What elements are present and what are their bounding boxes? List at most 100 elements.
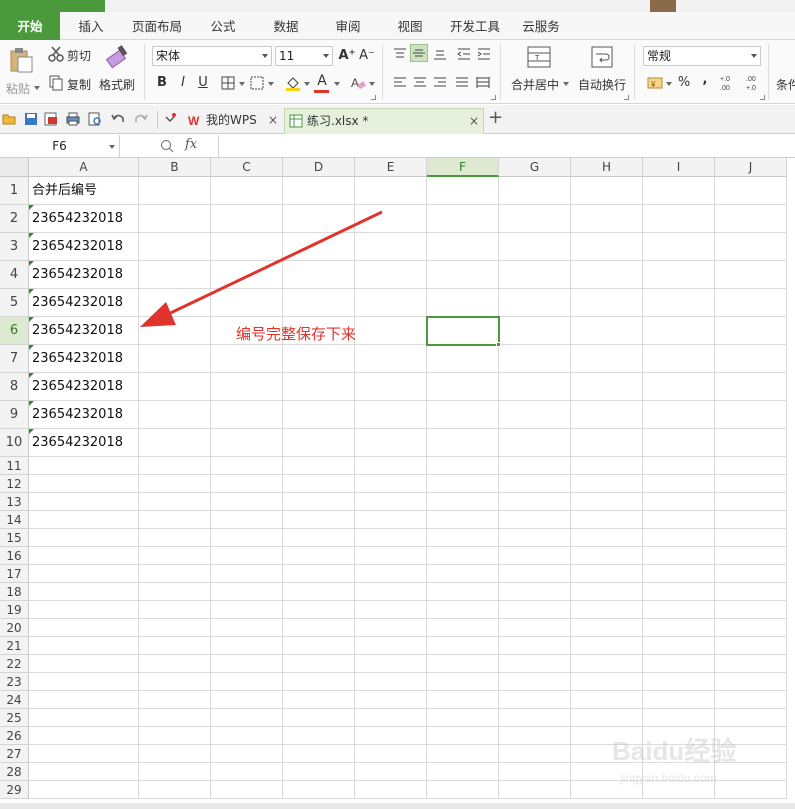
cell-g8[interactable]: [499, 373, 571, 401]
cell-b6[interactable]: [139, 317, 211, 345]
row-header[interactable]: 16: [0, 547, 29, 565]
cell-f24[interactable]: [427, 691, 499, 709]
cell-h22[interactable]: [571, 655, 643, 673]
cell-a2[interactable]: 23654232018: [29, 205, 139, 233]
cell-a28[interactable]: [29, 763, 139, 781]
cell-f4[interactable]: [427, 261, 499, 289]
cell-h3[interactable]: [571, 233, 643, 261]
row-header[interactable]: 18: [0, 583, 29, 601]
cut-button[interactable]: 剪切: [67, 47, 91, 64]
cell-f15[interactable]: [427, 529, 499, 547]
cell-j24[interactable]: [715, 691, 787, 709]
name-box-dropdown-caret[interactable]: [109, 145, 115, 149]
cell-i25[interactable]: [643, 709, 715, 727]
cell-g15[interactable]: [499, 529, 571, 547]
font-dialog-launcher[interactable]: [371, 95, 376, 100]
cell-b10[interactable]: [139, 429, 211, 457]
cell-g12[interactable]: [499, 475, 571, 493]
cell-i16[interactable]: [643, 547, 715, 565]
cell-e15[interactable]: [355, 529, 427, 547]
fill-color-icon[interactable]: [285, 75, 301, 91]
cell-d8[interactable]: [283, 373, 355, 401]
column-header-i[interactable]: I: [643, 158, 715, 177]
merge-dialog-launcher[interactable]: [624, 95, 629, 100]
tab-developer[interactable]: 开发工具: [444, 12, 506, 40]
horizontal-scrollbar[interactable]: [0, 803, 795, 809]
cell-c20[interactable]: [211, 619, 283, 637]
cell-g5[interactable]: [499, 289, 571, 317]
cell-d9[interactable]: [283, 401, 355, 429]
cell-a20[interactable]: [29, 619, 139, 637]
cell-f18[interactable]: [427, 583, 499, 601]
align-left-icon[interactable]: [393, 77, 407, 89]
row-header[interactable]: 8: [0, 373, 29, 401]
cell-h14[interactable]: [571, 511, 643, 529]
cell-c21[interactable]: [211, 637, 283, 655]
cell-g4[interactable]: [499, 261, 571, 289]
close-icon[interactable]: ×: [469, 109, 479, 133]
cell-g25[interactable]: [499, 709, 571, 727]
cell-h25[interactable]: [571, 709, 643, 727]
cell-j11[interactable]: [715, 457, 787, 475]
cell-b28[interactable]: [139, 763, 211, 781]
cell-e17[interactable]: [355, 565, 427, 583]
cell-e27[interactable]: [355, 745, 427, 763]
row-header[interactable]: 17: [0, 565, 29, 583]
cell-a3[interactable]: 23654232018: [29, 233, 139, 261]
column-header-j[interactable]: J: [715, 158, 787, 177]
distributed-align-icon[interactable]: [476, 77, 490, 89]
decrease-font-size-icon[interactable]: A⁻: [358, 47, 376, 65]
cell-f7[interactable]: [427, 345, 499, 373]
copy-button[interactable]: 复制: [67, 76, 91, 93]
cell-i5[interactable]: [643, 289, 715, 317]
column-header-f[interactable]: F: [427, 158, 499, 177]
cell-d5[interactable]: [283, 289, 355, 317]
cell-b15[interactable]: [139, 529, 211, 547]
row-header[interactable]: 29: [0, 781, 29, 799]
cell-g18[interactable]: [499, 583, 571, 601]
cell-g3[interactable]: [499, 233, 571, 261]
cell-j13[interactable]: [715, 493, 787, 511]
cell-i24[interactable]: [643, 691, 715, 709]
increase-decimal-icon[interactable]: +.0.00: [719, 73, 737, 91]
merge-center-dropdown-caret[interactable]: [563, 82, 569, 86]
cell-b25[interactable]: [139, 709, 211, 727]
doc-tab-my-wps[interactable]: W 我的WPS ×: [184, 108, 282, 134]
cell-b20[interactable]: [139, 619, 211, 637]
cell-i22[interactable]: [643, 655, 715, 673]
cell-f26[interactable]: [427, 727, 499, 745]
cell-e29[interactable]: [355, 781, 427, 799]
cell-b1[interactable]: [139, 177, 211, 205]
cell-c29[interactable]: [211, 781, 283, 799]
cell-d21[interactable]: [283, 637, 355, 655]
cell-c8[interactable]: [211, 373, 283, 401]
cell-h18[interactable]: [571, 583, 643, 601]
font-name-select[interactable]: 宋体: [152, 46, 272, 66]
conditional-format-button[interactable]: 条件: [776, 76, 795, 93]
cell-e18[interactable]: [355, 583, 427, 601]
row-header[interactable]: 21: [0, 637, 29, 655]
cell-b12[interactable]: [139, 475, 211, 493]
cell-j8[interactable]: [715, 373, 787, 401]
cell-e8[interactable]: [355, 373, 427, 401]
cell-b29[interactable]: [139, 781, 211, 799]
cell-h21[interactable]: [571, 637, 643, 655]
cell-c1[interactable]: [211, 177, 283, 205]
cell-b19[interactable]: [139, 601, 211, 619]
cell-h20[interactable]: [571, 619, 643, 637]
cell-b17[interactable]: [139, 565, 211, 583]
merge-center-button[interactable]: 合并居中: [511, 76, 559, 93]
cell-b9[interactable]: [139, 401, 211, 429]
cell-a19[interactable]: [29, 601, 139, 619]
row-header[interactable]: 7: [0, 345, 29, 373]
tab-cloud-service[interactable]: 云服务: [512, 12, 570, 40]
cell-e7[interactable]: [355, 345, 427, 373]
cell-e10[interactable]: [355, 429, 427, 457]
cell-g27[interactable]: [499, 745, 571, 763]
cell-e26[interactable]: [355, 727, 427, 745]
row-header[interactable]: 23: [0, 673, 29, 691]
row-header[interactable]: 15: [0, 529, 29, 547]
cell-e20[interactable]: [355, 619, 427, 637]
cell-g26[interactable]: [499, 727, 571, 745]
increase-indent-icon[interactable]: [477, 48, 491, 60]
